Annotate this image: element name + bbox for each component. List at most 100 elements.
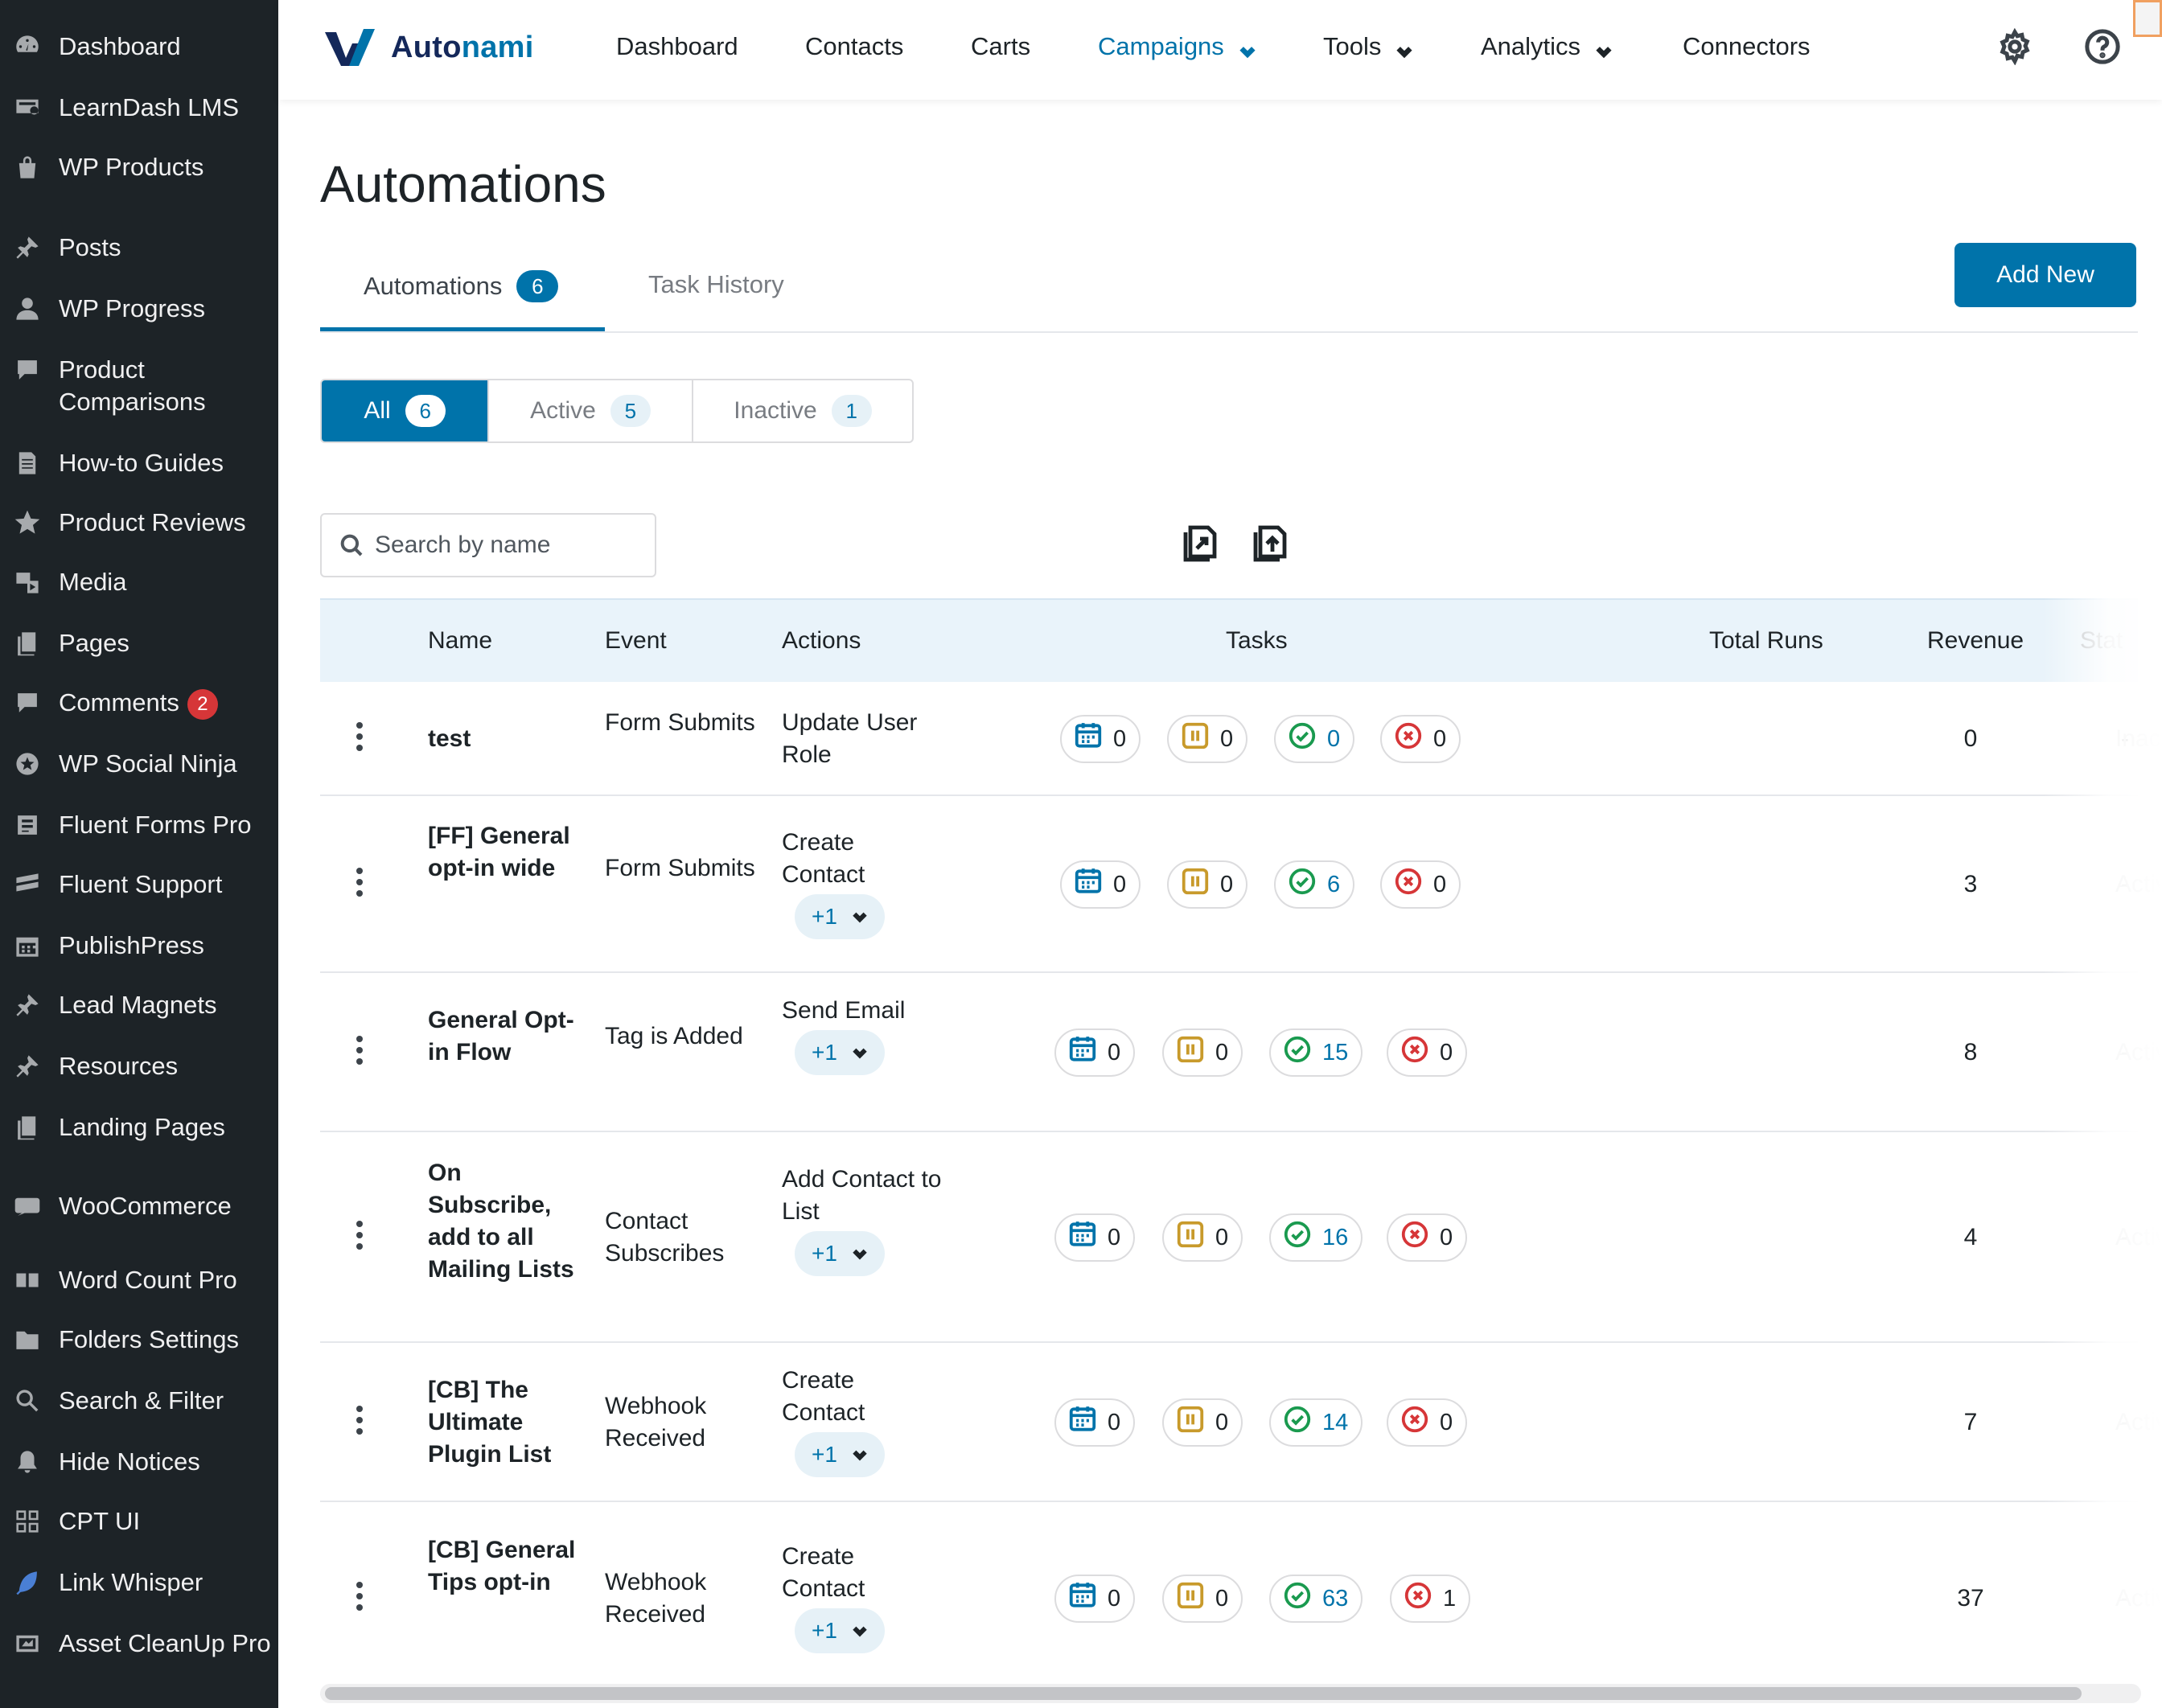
sidebar-item-product-comparisons[interactable]: Product Comparisons: [0, 354, 278, 418]
sidebar-item-asset-cleanup-pro[interactable]: Asset CleanUp Pro: [0, 1628, 278, 1660]
sidebar-item-resources[interactable]: Resources: [0, 1050, 278, 1082]
more-actions-toggle[interactable]: +1: [795, 894, 885, 939]
sidebar-item-how-to-guides[interactable]: How-to Guides: [0, 447, 278, 479]
sidebar-item-cpt-ui[interactable]: CPT UI: [0, 1505, 278, 1538]
task-paused-pill[interactable]: 0: [1162, 1398, 1243, 1447]
sidebar-item-lead-magnets[interactable]: Lead Magnets: [0, 989, 278, 1021]
table-row[interactable]: General Opt-in Flow Tag is Added Send Emai…: [320, 973, 2162, 1132]
nav-campaigns[interactable]: Campaigns: [1098, 32, 1256, 61]
nav-analytics[interactable]: Analytics: [1481, 32, 1613, 61]
task-scheduled-pill[interactable]: 0: [1054, 1575, 1136, 1623]
status-value[interactable]: Activ: [2115, 868, 2162, 901]
sidebar-item-search-filter[interactable]: Search & Filter: [0, 1385, 278, 1417]
sidebar-item-product-reviews[interactable]: Product Reviews: [0, 507, 278, 539]
user-avatar[interactable]: [2133, 0, 2162, 37]
tab-task-history[interactable]: Task History: [648, 270, 784, 299]
task-paused-pill[interactable]: 0: [1167, 860, 1248, 909]
nav-connectors[interactable]: Connectors: [1683, 32, 1811, 61]
horizontal-scrollbar[interactable]: [325, 1687, 2082, 1700]
automation-name[interactable]: On Subscribe, add to all Mailing Lists: [428, 1157, 581, 1286]
task-completed-pill[interactable]: 0: [1274, 715, 1355, 763]
task-paused-pill[interactable]: 0: [1162, 1213, 1243, 1262]
sidebar-item-posts[interactable]: Posts: [0, 232, 278, 264]
task-scheduled-pill[interactable]: 0: [1054, 1028, 1136, 1077]
sidebar-item-fluent-support[interactable]: Fluent Support: [0, 868, 278, 901]
nav-carts[interactable]: Carts: [971, 32, 1030, 61]
table-row[interactable]: On Subscribe, add to all Mailing Lists Co…: [320, 1132, 2162, 1343]
sidebar-item-word-count-pro[interactable]: Word Count Pro: [0, 1264, 278, 1296]
status-value[interactable]: Inacti: [2115, 723, 2162, 755]
automation-name[interactable]: General Opt-in Flow: [428, 1004, 581, 1069]
row-actions-menu-icon[interactable]: [352, 1579, 367, 1618]
more-actions-toggle[interactable]: +1: [795, 1432, 885, 1477]
row-actions-menu-icon[interactable]: [352, 1218, 367, 1257]
status-value[interactable]: Activ: [2115, 1037, 2162, 1069]
sidebar-item-dashboard[interactable]: Dashboard: [0, 31, 278, 63]
task-completed-pill[interactable]: 6: [1274, 860, 1355, 909]
automation-name[interactable]: [CB] The Ultimate Plugin List: [428, 1374, 581, 1471]
filter-inactive[interactable]: Inactive 1: [693, 380, 912, 441]
task-scheduled-pill[interactable]: 0: [1054, 1213, 1136, 1262]
automation-name[interactable]: [CB] General Tips opt-in: [428, 1534, 581, 1599]
tab-automations[interactable]: Automations 6: [364, 270, 559, 302]
sidebar-item-landing-pages[interactable]: Landing Pages: [0, 1111, 278, 1143]
column-header-total-runs[interactable]: Total Runs: [1709, 627, 1823, 655]
sidebar-item-publishpress[interactable]: PublishPress: [0, 930, 278, 962]
export-icon[interactable]: [1178, 518, 1226, 566]
task-completed-pill[interactable]: 16: [1269, 1213, 1363, 1262]
task-scheduled-pill[interactable]: 0: [1054, 1398, 1136, 1447]
table-row[interactable]: [CB] The Ultimate Plugin List Webhook Rec…: [320, 1343, 2162, 1502]
sidebar-item-media[interactable]: Media: [0, 566, 278, 598]
autonami-logo[interactable]: Autonami: [323, 27, 534, 68]
table-row[interactable]: [CB] General Tips opt-in Webhook Received…: [320, 1502, 2162, 1695]
task-failed-pill[interactable]: 0: [1380, 715, 1461, 763]
sidebar-item-folders-settings[interactable]: Folders Settings: [0, 1324, 278, 1356]
sidebar-item-wp-products[interactable]: WP Products: [0, 151, 278, 183]
task-failed-pill[interactable]: 1: [1390, 1575, 1471, 1623]
more-actions-toggle[interactable]: +1: [795, 1608, 885, 1653]
task-paused-pill[interactable]: 0: [1162, 1028, 1243, 1077]
task-failed-pill[interactable]: 0: [1387, 1028, 1468, 1077]
import-icon[interactable]: [1247, 518, 1296, 566]
status-value[interactable]: Activ: [2115, 1406, 2162, 1439]
row-actions-menu-icon[interactable]: [352, 1403, 367, 1442]
help-icon[interactable]: [2080, 24, 2125, 69]
status-value[interactable]: Activ: [2115, 1221, 2162, 1254]
more-actions-toggle[interactable]: +1: [795, 1231, 885, 1276]
sidebar-item-pages[interactable]: Pages: [0, 627, 278, 659]
task-failed-pill[interactable]: 0: [1387, 1398, 1468, 1447]
sidebar-item-learndash[interactable]: LearnDash LMS: [0, 92, 278, 124]
automation-name[interactable]: test: [428, 723, 581, 755]
task-completed-pill[interactable]: 63: [1269, 1575, 1363, 1623]
task-scheduled-pill[interactable]: 0: [1060, 860, 1141, 909]
task-scheduled-pill[interactable]: 0: [1060, 715, 1141, 763]
sidebar-item-wp-social-ninja[interactable]: WP Social Ninja: [0, 748, 278, 780]
filter-all[interactable]: All 6: [322, 380, 489, 441]
sidebar-item-woocommerce[interactable]: WooCommerce: [0, 1190, 278, 1222]
nav-tools[interactable]: Tools: [1323, 32, 1413, 61]
add-new-button[interactable]: Add New: [1954, 243, 2136, 307]
more-actions-toggle[interactable]: +1: [795, 1030, 885, 1075]
task-failed-pill[interactable]: 0: [1387, 1213, 1468, 1262]
settings-icon[interactable]: [1992, 24, 2037, 69]
nav-contacts[interactable]: Contacts: [805, 32, 903, 61]
row-actions-menu-icon[interactable]: [352, 865, 367, 904]
status-value[interactable]: Activ: [2115, 1583, 2162, 1615]
automation-name[interactable]: [FF] General opt-in wide: [428, 820, 581, 885]
column-header-name[interactable]: Name: [428, 627, 492, 655]
sidebar-item-link-whisper[interactable]: Link Whisper: [0, 1566, 278, 1599]
task-completed-pill[interactable]: 15: [1269, 1028, 1363, 1077]
table-row[interactable]: test Form Submits Update User Role 0 0 0 0 0- In…: [320, 682, 2162, 796]
search-input[interactable]: [375, 532, 640, 559]
nav-dashboard[interactable]: Dashboard: [616, 32, 738, 61]
task-paused-pill[interactable]: 0: [1167, 715, 1248, 763]
sidebar-item-wp-progress[interactable]: WP Progress: [0, 293, 278, 325]
sidebar-item-comments[interactable]: Comments 2: [0, 687, 278, 720]
task-paused-pill[interactable]: 0: [1162, 1575, 1243, 1623]
row-actions-menu-icon[interactable]: [352, 720, 367, 758]
task-failed-pill[interactable]: 0: [1380, 860, 1461, 909]
task-completed-pill[interactable]: 14: [1269, 1398, 1363, 1447]
table-row[interactable]: [FF] General opt-in wide Form Submits Crea…: [320, 796, 2162, 973]
sidebar-item-fluent-forms-pro[interactable]: Fluent Forms Pro: [0, 809, 278, 841]
row-actions-menu-icon[interactable]: [352, 1033, 367, 1072]
